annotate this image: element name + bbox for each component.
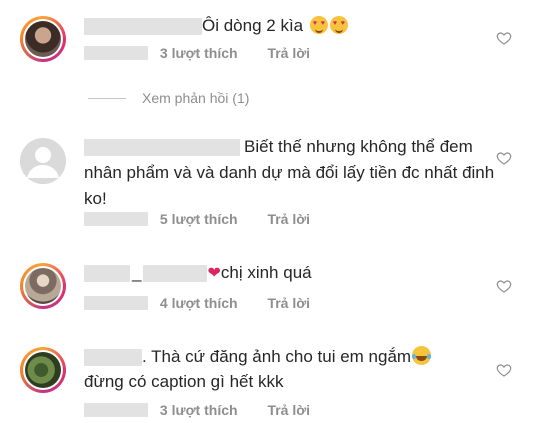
comment-text: Ôi dòng 2 kìa ♥ ♥ ♥ ♥ [84,13,484,38]
comment-meta: 3 lượt thích Trả lời [84,401,310,418]
redacted-timestamp [84,403,148,418]
comment-text: Biết thế nhưng không thể đem nhân phẩm v… [84,134,514,212]
heart-outline-icon[interactable] [496,278,512,294]
comment-text: _ ❤chị xinh quá [84,260,484,286]
view-replies[interactable]: Xem phản hồi (1) [88,90,249,106]
redacted-username [84,139,240,157]
redacted-username [84,349,142,367]
heart-eyes-emoji-icon: ♥ ♥ [329,16,348,34]
redacted-timestamp [84,46,148,61]
username-fragment: _ [132,263,142,282]
comment-body: chị xinh quá [220,263,312,282]
comment-body: . Thà cứ đăng ảnh cho tui em ngắm [142,347,412,366]
comment-text: . Thà cứ đăng ảnh cho tui em ngắm đừng c… [84,344,484,394]
comment-body: Ôi dòng 2 kìa [202,16,304,35]
heart-outline-icon[interactable] [496,150,512,166]
reply-button[interactable]: Trả lời [267,45,310,61]
comment-meta: 3 lượt thích Trả lời [84,44,310,61]
likes-count[interactable]: 5 lượt thích [160,211,238,227]
redacted-timestamp [84,212,148,227]
heart-outline-icon[interactable] [496,362,512,378]
avatar[interactable] [20,263,66,309]
comment-meta: 4 lượt thích Trả lời [84,294,310,311]
default-avatar-icon[interactable] [20,138,66,184]
heart-eyes-emoji-icon: ♥ ♥ [309,16,328,34]
replies-divider [88,97,126,99]
redacted-timestamp [84,296,148,311]
likes-count[interactable]: 3 lượt thích [160,45,238,61]
laughing-emoji-icon [412,346,432,365]
likes-count[interactable]: 4 lượt thích [160,295,238,311]
comment-meta: 5 lượt thích Trả lời [84,210,310,227]
avatar[interactable] [20,16,66,62]
likes-count[interactable]: 3 lượt thích [160,402,238,418]
view-replies-label[interactable]: Xem phản hồi (1) [142,90,249,106]
redacted-username [84,18,202,36]
reply-button[interactable]: Trả lời [267,211,310,227]
heart-outline-icon[interactable] [496,30,512,46]
redacted-username [84,265,130,283]
reply-button[interactable]: Trả lời [267,295,310,311]
red-heart-emoji-icon: ❤ [207,265,221,282]
avatar[interactable] [20,347,66,393]
reply-button[interactable]: Trả lời [267,402,310,418]
redacted-username [143,265,208,283]
comment-body-line2: đừng có caption gì hết kkk [84,372,284,391]
